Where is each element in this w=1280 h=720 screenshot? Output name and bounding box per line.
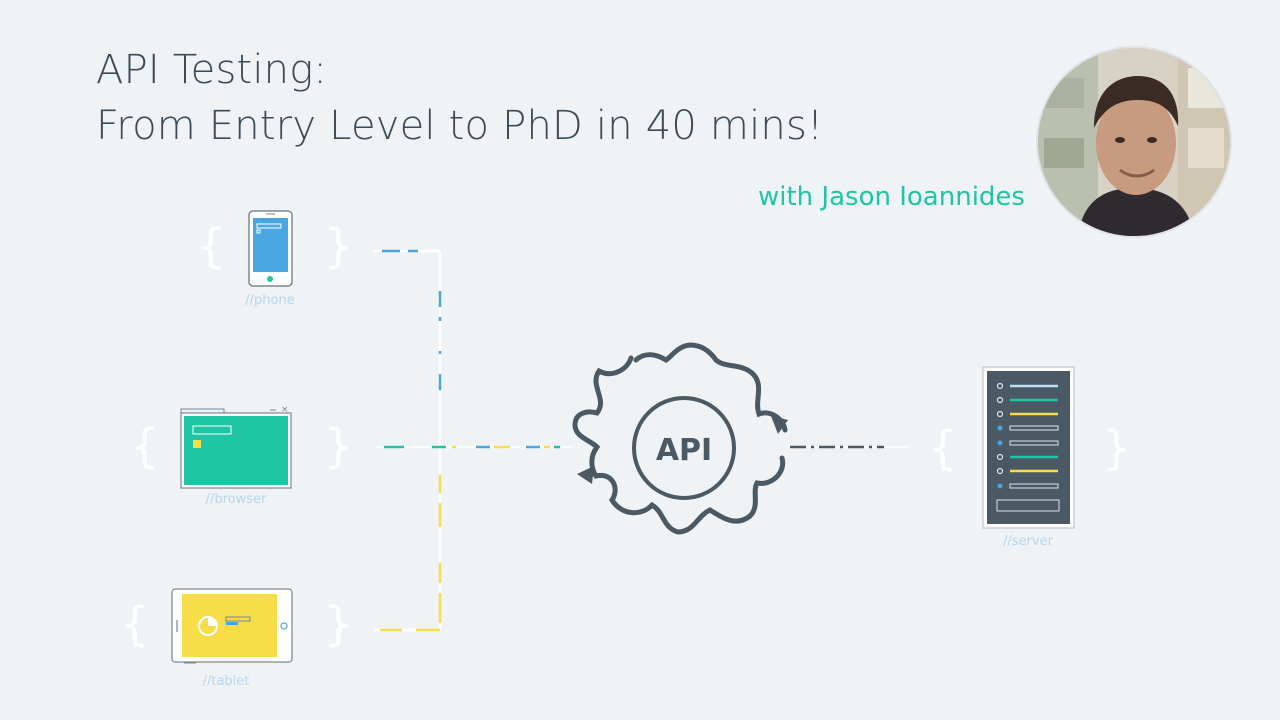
browser-brace-left: { bbox=[130, 419, 159, 473]
api-gear-icon: API bbox=[572, 342, 788, 535]
tablet-brace-right: } bbox=[324, 597, 353, 651]
server-brace-left: { bbox=[928, 421, 957, 475]
connector-lines bbox=[374, 249, 908, 632]
server-label: //server bbox=[1003, 534, 1054, 549]
api-label: API bbox=[656, 433, 712, 468]
phone-brace-left: { bbox=[196, 219, 225, 273]
tablet-label: //tablet bbox=[203, 674, 250, 689]
browser-label: //browser bbox=[206, 492, 267, 507]
phone-brace-right: } bbox=[324, 219, 353, 273]
phone-device-icon bbox=[248, 210, 293, 287]
svg-text:×: × bbox=[281, 405, 289, 415]
tablet-device-icon bbox=[171, 588, 293, 664]
server-brace-right: } bbox=[1102, 421, 1131, 475]
browser-window-icon: × bbox=[180, 405, 292, 489]
api-diagram: { } { } { } { } //phone × //browser //ta… bbox=[120, 210, 1131, 689]
browser-brace-right: } bbox=[324, 419, 353, 473]
server-rack-icon bbox=[982, 366, 1075, 529]
phone-label: //phone bbox=[245, 293, 294, 308]
tablet-brace-left: { bbox=[120, 597, 149, 651]
